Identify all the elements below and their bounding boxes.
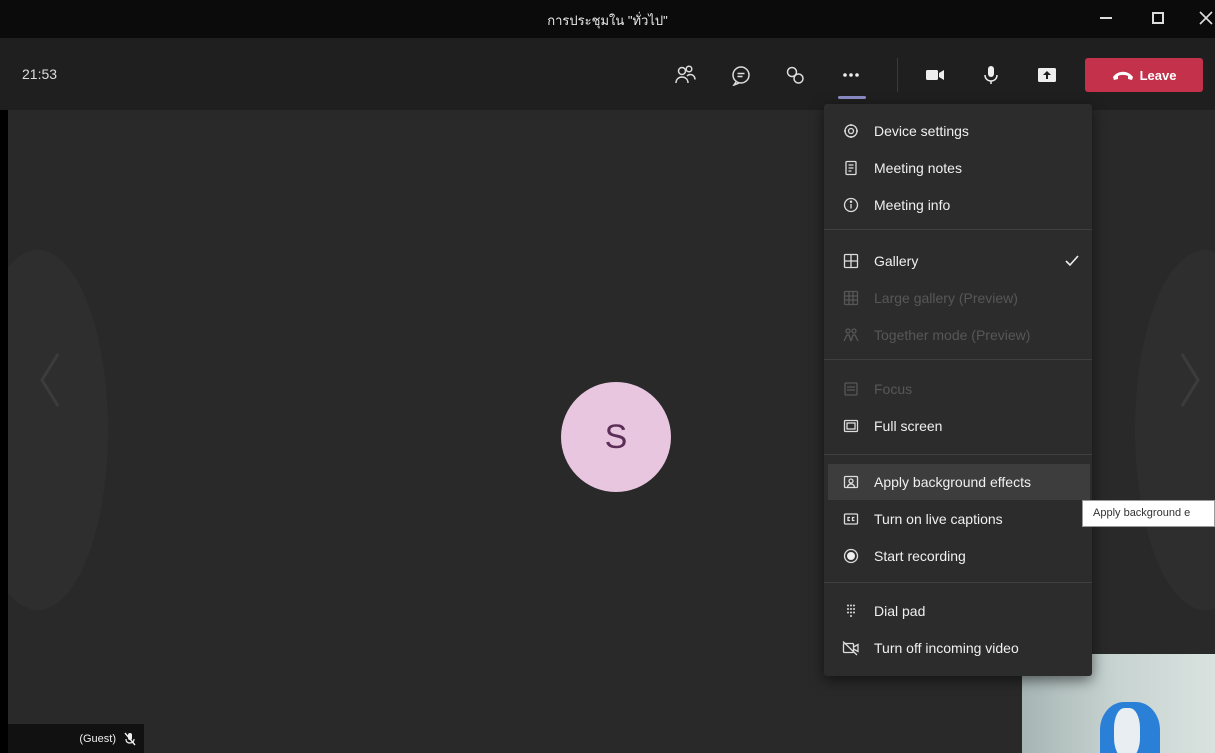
maximize-icon — [1152, 12, 1164, 24]
participants-button[interactable] — [668, 58, 702, 92]
notes-icon — [842, 159, 860, 177]
full-screen-icon — [842, 417, 860, 435]
large-gallery-icon — [842, 289, 860, 307]
participants-icon — [675, 65, 696, 84]
menu-divider — [824, 454, 1092, 455]
menu-item-device-settings[interactable]: Device settings — [824, 113, 1092, 149]
reactions-icon — [786, 66, 804, 84]
guest-label: (Guest) — [79, 732, 116, 745]
chevron-left-icon — [40, 353, 60, 407]
toolbar-divider — [897, 58, 898, 92]
focus-icon — [842, 380, 860, 398]
gear-icon — [842, 122, 860, 140]
menu-item-label: Apply background effects — [874, 474, 1031, 490]
more-actions-menu: Device settings Meeting notes Meeting in… — [824, 104, 1092, 676]
menu-item-dial-pad[interactable]: Dial pad — [824, 593, 1092, 629]
menu-item-label: Gallery — [874, 253, 919, 269]
leave-label: Leave — [1139, 67, 1177, 83]
mic-muted-icon — [124, 732, 136, 745]
previous-page-area[interactable] — [8, 250, 108, 610]
meeting-duration: 21:53 — [22, 66, 58, 82]
checkmark-icon — [1065, 255, 1079, 267]
reactions-button[interactable] — [778, 58, 812, 92]
close-icon — [1199, 11, 1213, 25]
info-icon — [842, 196, 860, 214]
microphone-button[interactable] — [974, 58, 1008, 92]
menu-item-focus: Focus — [824, 371, 1092, 407]
leave-button[interactable]: Leave — [1085, 58, 1203, 92]
menu-item-label: Device settings — [874, 123, 969, 139]
minimize-button[interactable] — [1086, 4, 1126, 32]
more-actions-button[interactable] — [834, 58, 868, 92]
menu-item-label: Focus — [874, 381, 913, 397]
menu-divider — [824, 582, 1092, 583]
next-page-area[interactable] — [1135, 250, 1215, 610]
video-off-icon — [842, 639, 860, 657]
menu-item-label: Start recording — [874, 548, 966, 564]
menu-item-label: Full screen — [874, 418, 943, 434]
camera-button[interactable] — [918, 58, 952, 92]
menu-item-label: Large gallery (Preview) — [874, 290, 1018, 306]
menu-divider — [824, 359, 1092, 360]
window-title: การประชุมใน "ทั่วไป" — [547, 13, 668, 28]
microphone-icon — [984, 66, 998, 84]
dial-pad-icon — [842, 602, 860, 620]
chevron-right-icon — [1180, 353, 1200, 407]
menu-item-label: Turn on live captions — [874, 511, 1003, 527]
minimize-icon — [1100, 17, 1112, 19]
meeting-toolbar: 21:53 Leave — [0, 38, 1215, 110]
share-tray-icon — [1038, 68, 1056, 82]
together-mode-icon — [842, 326, 860, 344]
chat-icon — [732, 66, 750, 86]
menu-item-together-mode: Together mode (Preview) — [824, 317, 1092, 353]
menu-item-gallery[interactable]: Gallery — [824, 243, 1092, 279]
menu-item-label: Turn off incoming video — [874, 640, 1019, 656]
menu-item-large-gallery: Large gallery (Preview) — [824, 280, 1092, 316]
close-button[interactable] — [1186, 4, 1215, 32]
menu-divider — [824, 229, 1092, 230]
menu-item-apply-background-effects[interactable]: Apply background effects — [828, 464, 1090, 500]
chat-button[interactable] — [724, 58, 758, 92]
menu-item-meeting-notes[interactable]: Meeting notes — [824, 150, 1092, 186]
record-icon — [842, 547, 860, 565]
menu-item-turn-off-incoming-video[interactable]: Turn off incoming video — [824, 630, 1092, 666]
window-title-bar: การประชุมใน "ทั่วไป" — [0, 0, 1215, 38]
menu-item-label: Meeting notes — [874, 160, 962, 176]
hang-up-icon — [1112, 71, 1133, 80]
maximize-button[interactable] — [1138, 4, 1178, 32]
menu-item-label: Dial pad — [874, 603, 926, 619]
menu-item-full-screen[interactable]: Full screen — [824, 408, 1092, 444]
participant-avatar: S — [561, 382, 671, 492]
menu-item-label: Together mode (Preview) — [874, 327, 1031, 343]
menu-item-meeting-info[interactable]: Meeting info — [824, 187, 1092, 223]
menu-item-live-captions[interactable]: Turn on live captions — [824, 501, 1092, 537]
participant-name-tag: (Guest) — [8, 724, 144, 753]
menu-item-start-recording[interactable]: Start recording — [824, 538, 1092, 574]
gallery-icon — [842, 252, 860, 270]
share-tray-button[interactable] — [1030, 58, 1064, 92]
captions-icon — [842, 510, 860, 528]
more-actions-icon — [843, 73, 859, 77]
tooltip: Apply background e — [1082, 500, 1215, 527]
camera-icon — [926, 70, 944, 80]
background-effects-icon — [842, 473, 860, 491]
more-actions-active-indicator — [838, 96, 866, 99]
menu-item-label: Meeting info — [874, 197, 951, 213]
